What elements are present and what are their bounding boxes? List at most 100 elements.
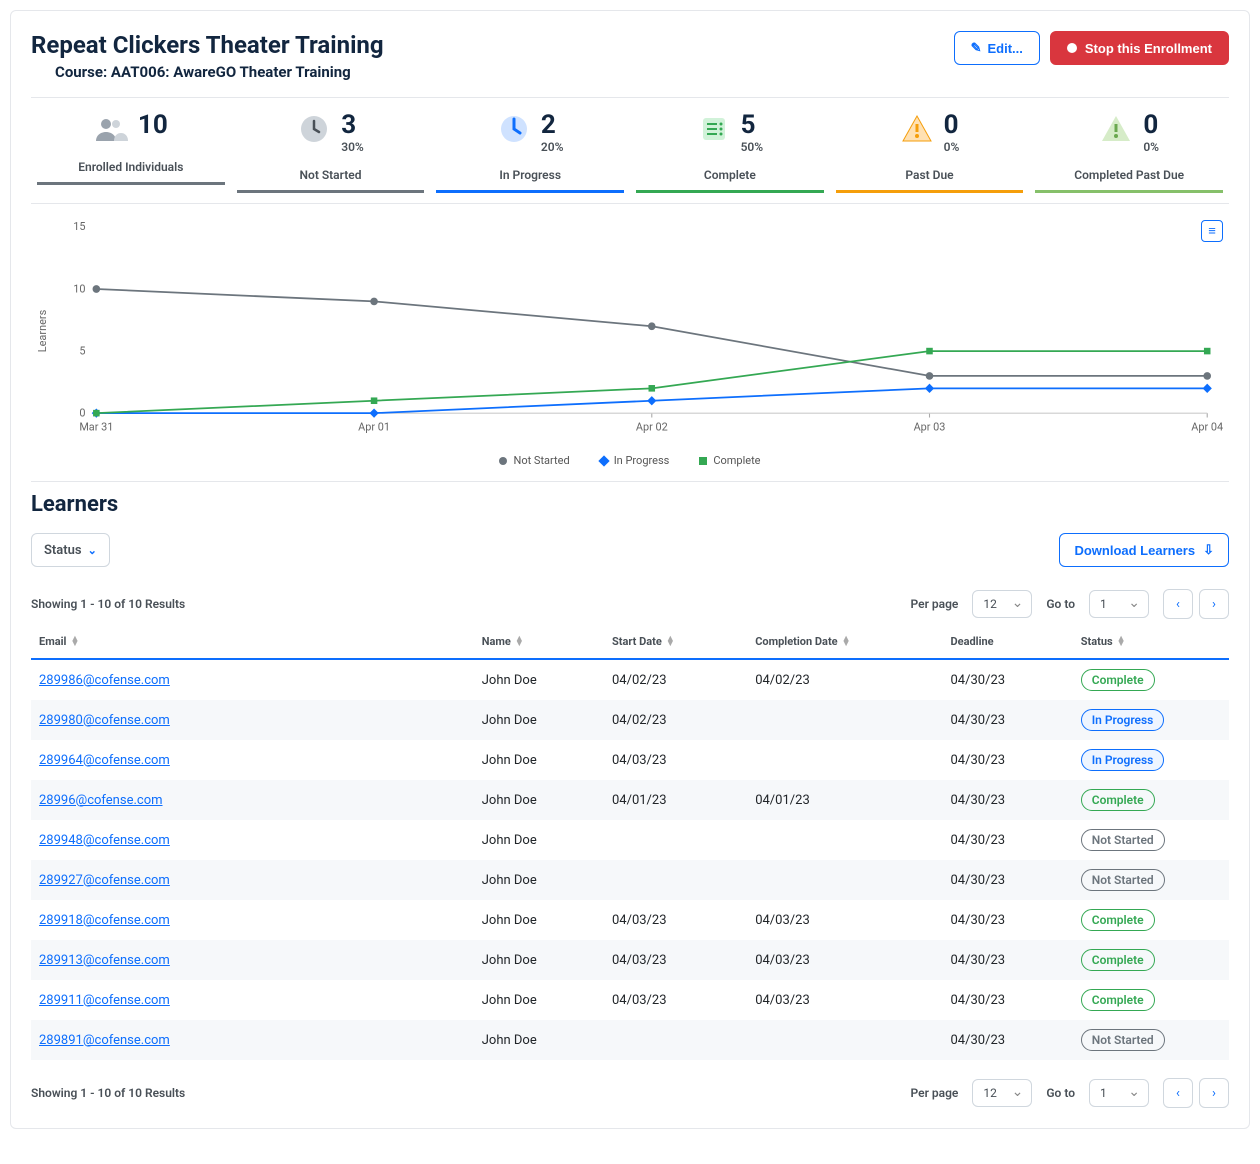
stat-value: 0 (1143, 112, 1159, 138)
stat-percent: 20% (541, 140, 564, 154)
deadline: 04/30/23 (943, 780, 1073, 820)
learner-email-link[interactable]: 289891@cofense.com (39, 1033, 170, 1048)
status-filter-dropdown[interactable]: Status ⌄ (31, 533, 110, 567)
learner-email-link[interactable]: 289964@cofense.com (39, 753, 170, 768)
stat-value: 3 (341, 112, 364, 138)
next-page-button[interactable]: › (1199, 1078, 1229, 1108)
stat-in-progress[interactable]: 2 20% In Progress (430, 108, 630, 193)
deadline: 04/30/23 (943, 1020, 1073, 1060)
stat-not-started[interactable]: 3 30% Not Started (231, 108, 431, 193)
stat-completed-past-due[interactable]: 0 0% Completed Past Due (1029, 108, 1229, 193)
table-row: 289986@cofense.com John Doe 04/02/23 04/… (31, 659, 1229, 700)
deadline: 04/30/23 (943, 860, 1073, 900)
header-row: Repeat Clickers Theater Training Course:… (31, 31, 1229, 81)
stat-value: 0 (944, 112, 960, 138)
download-learners-button[interactable]: Download Learners ⇩ (1059, 533, 1229, 567)
deadline: 04/30/23 (943, 740, 1073, 780)
learner-email-link[interactable]: 289913@cofense.com (39, 953, 170, 968)
prev-page-button[interactable]: ‹ (1163, 1078, 1193, 1108)
legend-in progress[interactable]: In Progress (600, 454, 670, 467)
edit-label: Edit... (987, 41, 1022, 56)
start-date: 04/01/23 (604, 780, 747, 820)
clock-icon (297, 112, 331, 146)
sort-icon: ▲▼ (515, 637, 524, 647)
table-row: 289911@cofense.com John Doe 04/03/23 04/… (31, 980, 1229, 1020)
table-row: 289964@cofense.com John Doe 04/03/23 04/… (31, 740, 1229, 780)
deadline: 04/30/23 (943, 659, 1073, 700)
stat-underline (436, 190, 624, 193)
svg-text:Apr 01: Apr 01 (358, 421, 390, 434)
learner-email-link[interactable]: 289986@cofense.com (39, 673, 170, 688)
table-header-row: Email▲▼ Name▲▼ Start Date▲▼ Completion D… (31, 625, 1229, 659)
start-date: 04/03/23 (604, 940, 747, 980)
stat-past-due[interactable]: 0 0% Past Due (830, 108, 1030, 193)
learner-name: John Doe (474, 940, 604, 980)
stat-value: 2 (541, 112, 564, 138)
stop-enrollment-button[interactable]: Stop this Enrollment (1050, 31, 1229, 65)
status-pill: Complete (1081, 789, 1155, 811)
col-name[interactable]: Name▲▼ (474, 625, 604, 659)
learner-email-link[interactable]: 289927@cofense.com (39, 873, 170, 888)
per-page-select[interactable]: 12 (972, 590, 1032, 618)
hourglass-icon (497, 112, 531, 146)
col-completion-date[interactable]: Completion Date▲▼ (747, 625, 942, 659)
svg-text:5: 5 (79, 344, 85, 357)
start-date (604, 1020, 747, 1060)
status-pill: Not Started (1081, 829, 1165, 851)
stat-underline (636, 190, 824, 193)
stat-percent: 0% (944, 140, 960, 154)
learner-email-link[interactable]: 289948@cofense.com (39, 833, 170, 848)
per-page-value: 12 (983, 1086, 997, 1100)
svg-text:Apr 03: Apr 03 (914, 421, 946, 434)
header-actions: ✎ Edit... Stop this Enrollment (954, 31, 1229, 65)
goto-select[interactable]: 1 (1089, 1079, 1149, 1107)
legend-complete[interactable]: Complete (699, 454, 760, 467)
start-date: 04/02/23 (604, 659, 747, 700)
learner-email-link[interactable]: 289980@cofense.com (39, 713, 170, 728)
learner-email-link[interactable]: 289911@cofense.com (39, 993, 170, 1008)
deadline: 04/30/23 (943, 940, 1073, 980)
filter-row: Status ⌄ Download Learners ⇩ (31, 533, 1229, 567)
completion-date: 04/03/23 (747, 900, 942, 940)
col-status[interactable]: Status▲▼ (1073, 625, 1229, 659)
start-date: 04/02/23 (604, 700, 747, 740)
per-page-value: 12 (983, 597, 997, 611)
table-row: 289980@cofense.com John Doe 04/02/23 04/… (31, 700, 1229, 740)
learner-name: John Doe (474, 740, 604, 780)
completion-date: 04/03/23 (747, 940, 942, 980)
start-date: 04/03/23 (604, 740, 747, 780)
status-pill: Complete (1081, 949, 1155, 971)
chart-menu-button[interactable]: ≡ (1201, 220, 1223, 242)
svg-text:0: 0 (79, 406, 85, 419)
sort-icon: ▲▼ (842, 637, 851, 647)
table-row: 28996@cofense.com John Doe 04/01/23 04/0… (31, 780, 1229, 820)
divider (31, 97, 1229, 98)
table-row: 289927@cofense.com John Doe 04/30/23 Not… (31, 860, 1229, 900)
goto-select[interactable]: 1 (1089, 590, 1149, 618)
learner-email-link[interactable]: 28996@cofense.com (39, 793, 163, 808)
completion-date (747, 1020, 942, 1060)
legend-not started[interactable]: Not Started (499, 454, 569, 467)
stat-enrolled-individuals[interactable]: 10 Enrolled Individuals (31, 108, 231, 193)
learner-email-link[interactable]: 289918@cofense.com (39, 913, 170, 928)
col-start-date[interactable]: Start Date▲▼ (604, 625, 747, 659)
check-icon (697, 112, 731, 146)
stat-complete[interactable]: 5 50% Complete (630, 108, 830, 193)
col-email[interactable]: Email▲▼ (31, 625, 474, 659)
per-page-select[interactable]: 12 (972, 1079, 1032, 1107)
title-block: Repeat Clickers Theater Training Course:… (31, 31, 384, 81)
start-date: 04/03/23 (604, 980, 747, 1020)
sort-icon: ▲▼ (1117, 637, 1126, 647)
table-row: 289913@cofense.com John Doe 04/03/23 04/… (31, 940, 1229, 980)
pager-bottom: Showing 1 - 10 of 10 Results Per page 12… (31, 1078, 1229, 1108)
stat-value: 5 (741, 112, 764, 138)
next-page-button[interactable]: › (1199, 589, 1229, 619)
deadline: 04/30/23 (943, 900, 1073, 940)
status-pill: Not Started (1081, 1029, 1165, 1051)
progress-line-chart: 051015LearnersMar 31Apr 01Apr 02Apr 03Ap… (31, 216, 1229, 446)
edit-button[interactable]: ✎ Edit... (954, 31, 1040, 65)
completion-date: 04/02/23 (747, 659, 942, 700)
status-filter-label: Status (44, 543, 82, 558)
deadline: 04/30/23 (943, 700, 1073, 740)
prev-page-button[interactable]: ‹ (1163, 589, 1193, 619)
